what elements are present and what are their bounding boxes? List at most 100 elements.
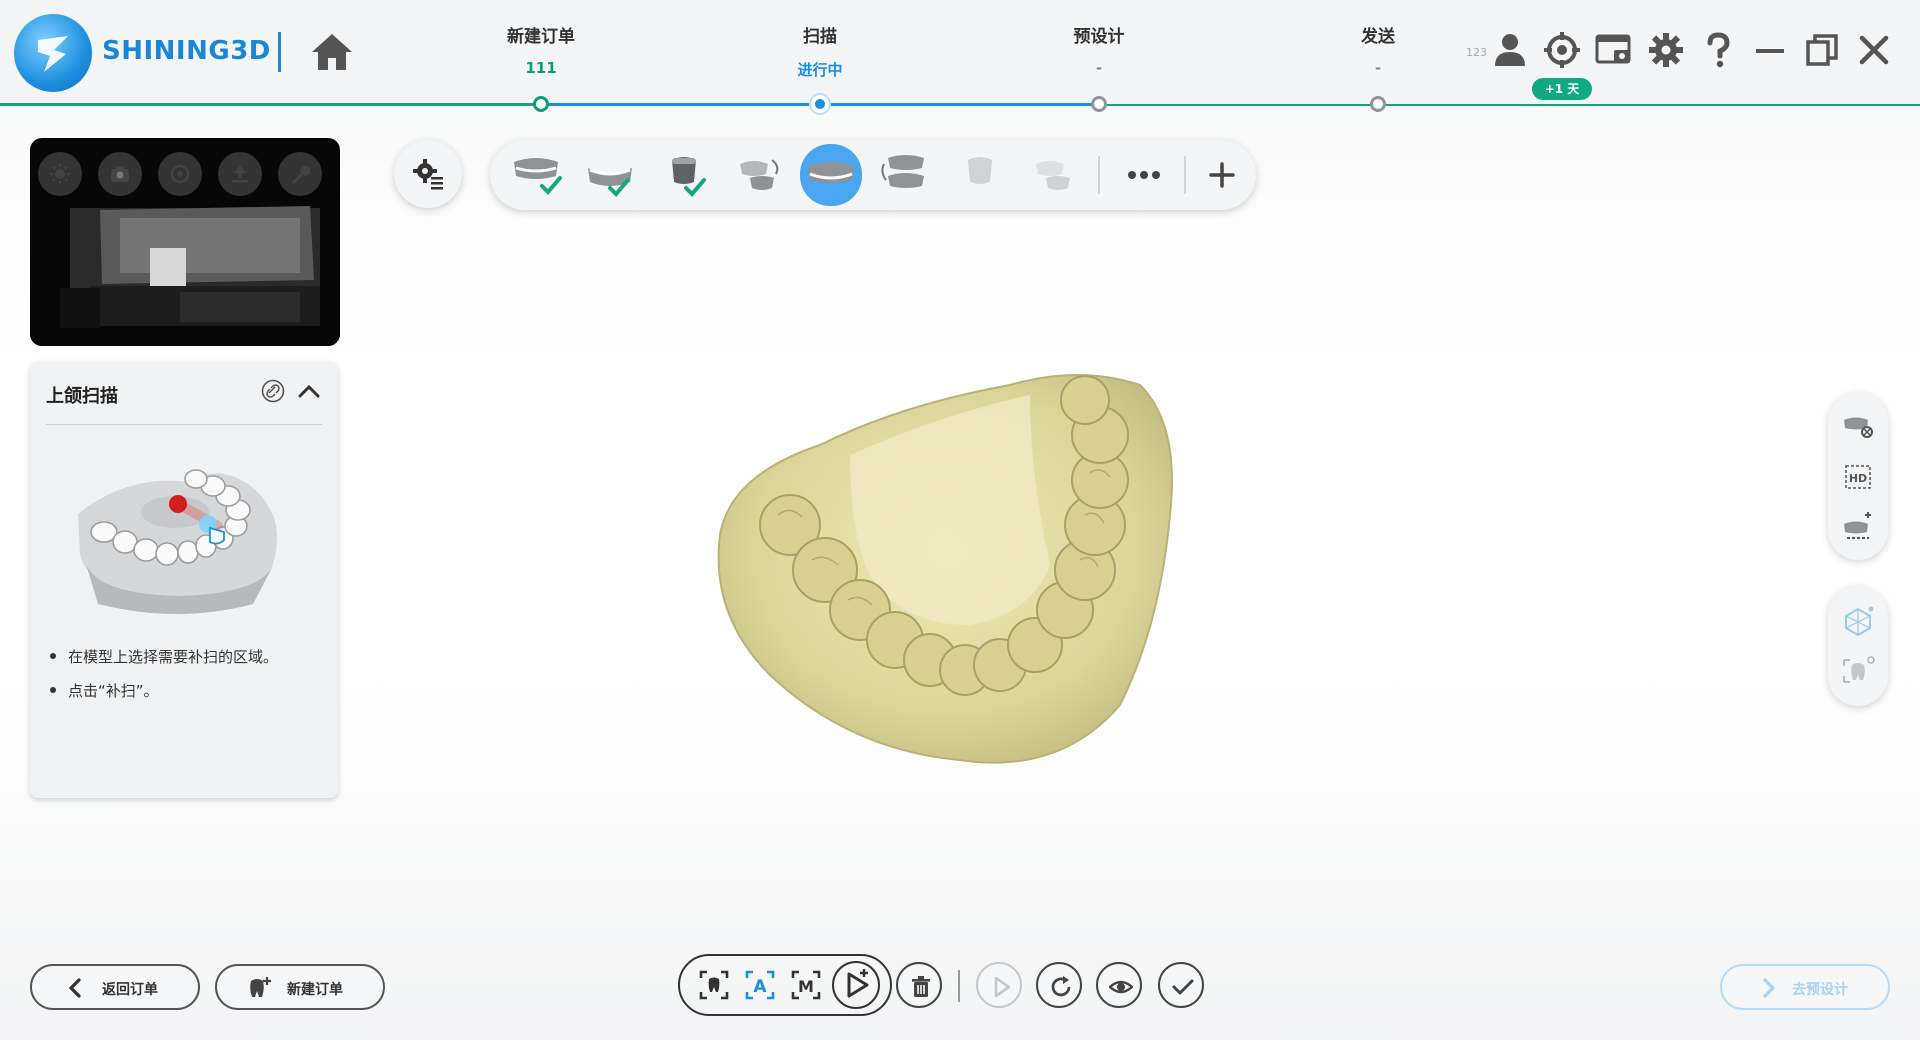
progress-line-scan: [540, 103, 820, 106]
upload-icon[interactable]: [218, 152, 262, 196]
step-dot-scan[interactable]: [811, 95, 829, 113]
help-icon[interactable]: [1698, 30, 1738, 70]
confirm-button[interactable]: [1158, 962, 1204, 1008]
go-to-predesign-button[interactable]: 去预设计: [1720, 964, 1890, 1010]
die-scan-icon[interactable]: [654, 148, 714, 202]
version-label: 123: [1466, 46, 1487, 59]
rotate-button[interactable]: [1036, 962, 1082, 1008]
chevron-right-icon: [1763, 978, 1776, 998]
step-new-order[interactable]: 新建订单 111: [461, 22, 621, 77]
home-icon[interactable]: [310, 32, 354, 72]
new-order-button[interactable]: 新建订单: [215, 964, 385, 1010]
close-icon[interactable]: [1854, 30, 1894, 70]
step-dot-predesign[interactable]: [1091, 96, 1107, 112]
clip-scan-icon[interactable]: [1841, 512, 1875, 542]
svg-text:M: M: [798, 977, 814, 996]
step-title: 预设计: [1073, 27, 1125, 47]
back-to-orders-button[interactable]: 返回订单: [30, 964, 200, 1010]
progress-line-done: [0, 103, 540, 106]
wrench-icon[interactable]: [278, 152, 322, 196]
right-tool-group-bottom: [1828, 586, 1888, 706]
rotate-icon: [1051, 976, 1071, 997]
instruction-item: 在模型上选择需要补扫的区域。: [46, 646, 326, 667]
brand-divider: [278, 32, 281, 72]
camera-capture-icon[interactable]: [98, 152, 142, 196]
jaw-illustration: [78, 469, 278, 614]
minimize-icon[interactable]: [1750, 30, 1790, 70]
link-icon[interactable]: [260, 378, 286, 404]
view-button[interactable]: [1096, 962, 1142, 1008]
brand-logo: [14, 14, 92, 92]
instruction-list: 在模型上选择需要补扫的区域。 点击“补扫”。: [46, 646, 326, 714]
upper-jaw-scan-icon[interactable]: [506, 148, 566, 202]
right-tool-group-top: HD: [1828, 392, 1888, 560]
bottom-divider: [958, 970, 960, 1002]
die-faded-icon: [950, 148, 1010, 202]
rescan-play-icon[interactable]: [832, 961, 880, 1009]
chevron-left-icon: [68, 978, 81, 998]
step-dot-new-order[interactable]: [533, 96, 549, 112]
step-status: -: [1095, 59, 1103, 77]
lower-jaw-scan-icon[interactable]: [580, 148, 640, 202]
step-dot-send[interactable]: [1370, 96, 1386, 112]
check-icon: [1172, 979, 1194, 995]
add-icon[interactable]: [1192, 148, 1252, 202]
more-icon[interactable]: [1114, 148, 1174, 202]
scanned-jaw-model[interactable]: [700, 355, 1180, 775]
user-icon[interactable]: [1490, 30, 1530, 70]
scan-settings-icon: [413, 159, 443, 190]
delete-button[interactable]: [896, 962, 942, 1008]
toolbar-divider: [1098, 156, 1100, 194]
panel-title: 上颌扫描: [46, 386, 118, 407]
trash-icon: [912, 976, 930, 997]
play-icon: [994, 976, 1011, 998]
eye-icon: [1109, 980, 1133, 994]
scan-guide-panel: 上颌扫描 在模型上选择需要补扫的区域。 点击“补扫”。: [30, 362, 338, 798]
bite-align-icon[interactable]: [728, 148, 788, 202]
bite-faded-icon: [1024, 148, 1084, 202]
texture-toggle-icon[interactable]: [1841, 412, 1875, 442]
tooth-view-icon[interactable]: [1841, 656, 1875, 686]
trial-days-badge: +1 天: [1532, 78, 1592, 100]
panel-divider: [46, 424, 322, 425]
settings-gear-icon[interactable]: [1646, 30, 1686, 70]
brand-name: SHINING3D: [102, 36, 271, 66]
step-predesign[interactable]: 预设计 -: [1019, 22, 1179, 77]
step-scan[interactable]: 扫描 进行中: [740, 22, 900, 80]
new-order-label: 新建订单: [287, 982, 343, 998]
back-to-orders-label: 返回订单: [102, 982, 158, 998]
manual-select-icon[interactable]: M: [788, 967, 824, 1003]
step-title: 发送: [1361, 27, 1395, 47]
jaw-stack-icon[interactable]: [876, 148, 936, 202]
svg-text:HD: HD: [1849, 472, 1867, 485]
step-title: 新建订单: [507, 27, 575, 47]
step-title: 扫描: [803, 27, 837, 47]
selection-action-group: A M: [678, 954, 892, 1016]
toolbar-divider: [1184, 156, 1186, 194]
svg-text:A: A: [753, 977, 767, 997]
instruction-item: 点击“补扫”。: [46, 680, 326, 701]
reset-icon[interactable]: [158, 152, 202, 196]
restore-icon[interactable]: [1802, 30, 1842, 70]
step-status: 进行中: [797, 61, 843, 79]
step-status: -: [1374, 59, 1382, 77]
play-button[interactable]: [976, 962, 1022, 1008]
brightness-icon[interactable]: [38, 152, 82, 196]
mesh-view-icon[interactable]: [1841, 606, 1875, 637]
step-send[interactable]: 发送 -: [1298, 22, 1458, 77]
chevron-up-icon[interactable]: [296, 378, 322, 404]
step-status: 111: [525, 59, 557, 77]
upper-jaw-rescan-icon[interactable]: [800, 144, 862, 206]
go-to-predesign-label: 去预设计: [1792, 982, 1848, 998]
progress-line-predesign: [820, 103, 1100, 106]
auto-select-icon[interactable]: A: [742, 967, 778, 1003]
select-region-icon[interactable]: [696, 967, 732, 1003]
camera-feed: [30, 188, 340, 346]
scan-settings-button[interactable]: [394, 140, 462, 208]
hd-icon[interactable]: HD: [1841, 462, 1875, 492]
camera-preview: [30, 138, 340, 346]
screenshot-icon[interactable]: [1594, 30, 1634, 70]
scan-step-toolbar: [490, 140, 1256, 210]
add-tooth-icon: [250, 977, 271, 997]
target-icon[interactable]: [1542, 30, 1582, 70]
